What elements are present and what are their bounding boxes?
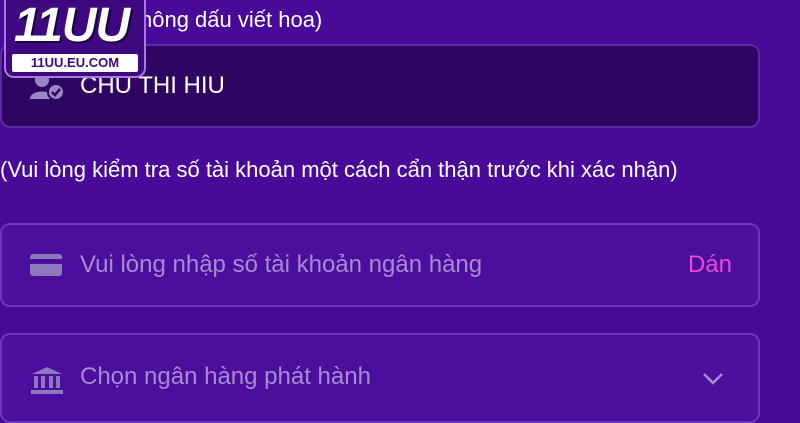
name-hint: hông dấu viết hoa)	[140, 7, 323, 32]
paste-button[interactable]: Dán	[688, 251, 732, 279]
account-number-placeholder: Vui lòng nhập số tài khoản ngân hàng	[80, 251, 483, 278]
brand-logo: 11UU 11UU.EU.COM	[4, 0, 146, 78]
logo-url: 11UU.EU.COM	[12, 54, 138, 72]
bank-icon	[31, 367, 63, 394]
bank-select-placeholder: Chọn ngân hàng phát hành	[80, 363, 371, 390]
chevron-down-icon[interactable]	[702, 367, 724, 389]
card-icon	[30, 254, 62, 276]
account-hint: (Vui lòng kiểm tra số tài khoản một cách…	[0, 157, 678, 182]
bank-select[interactable]: Chọn ngân hàng phát hành	[0, 333, 760, 423]
account-number-field[interactable]: Vui lòng nhập số tài khoản ngân hàng Dán	[0, 223, 760, 307]
logo-text: 11UU	[14, 0, 130, 52]
